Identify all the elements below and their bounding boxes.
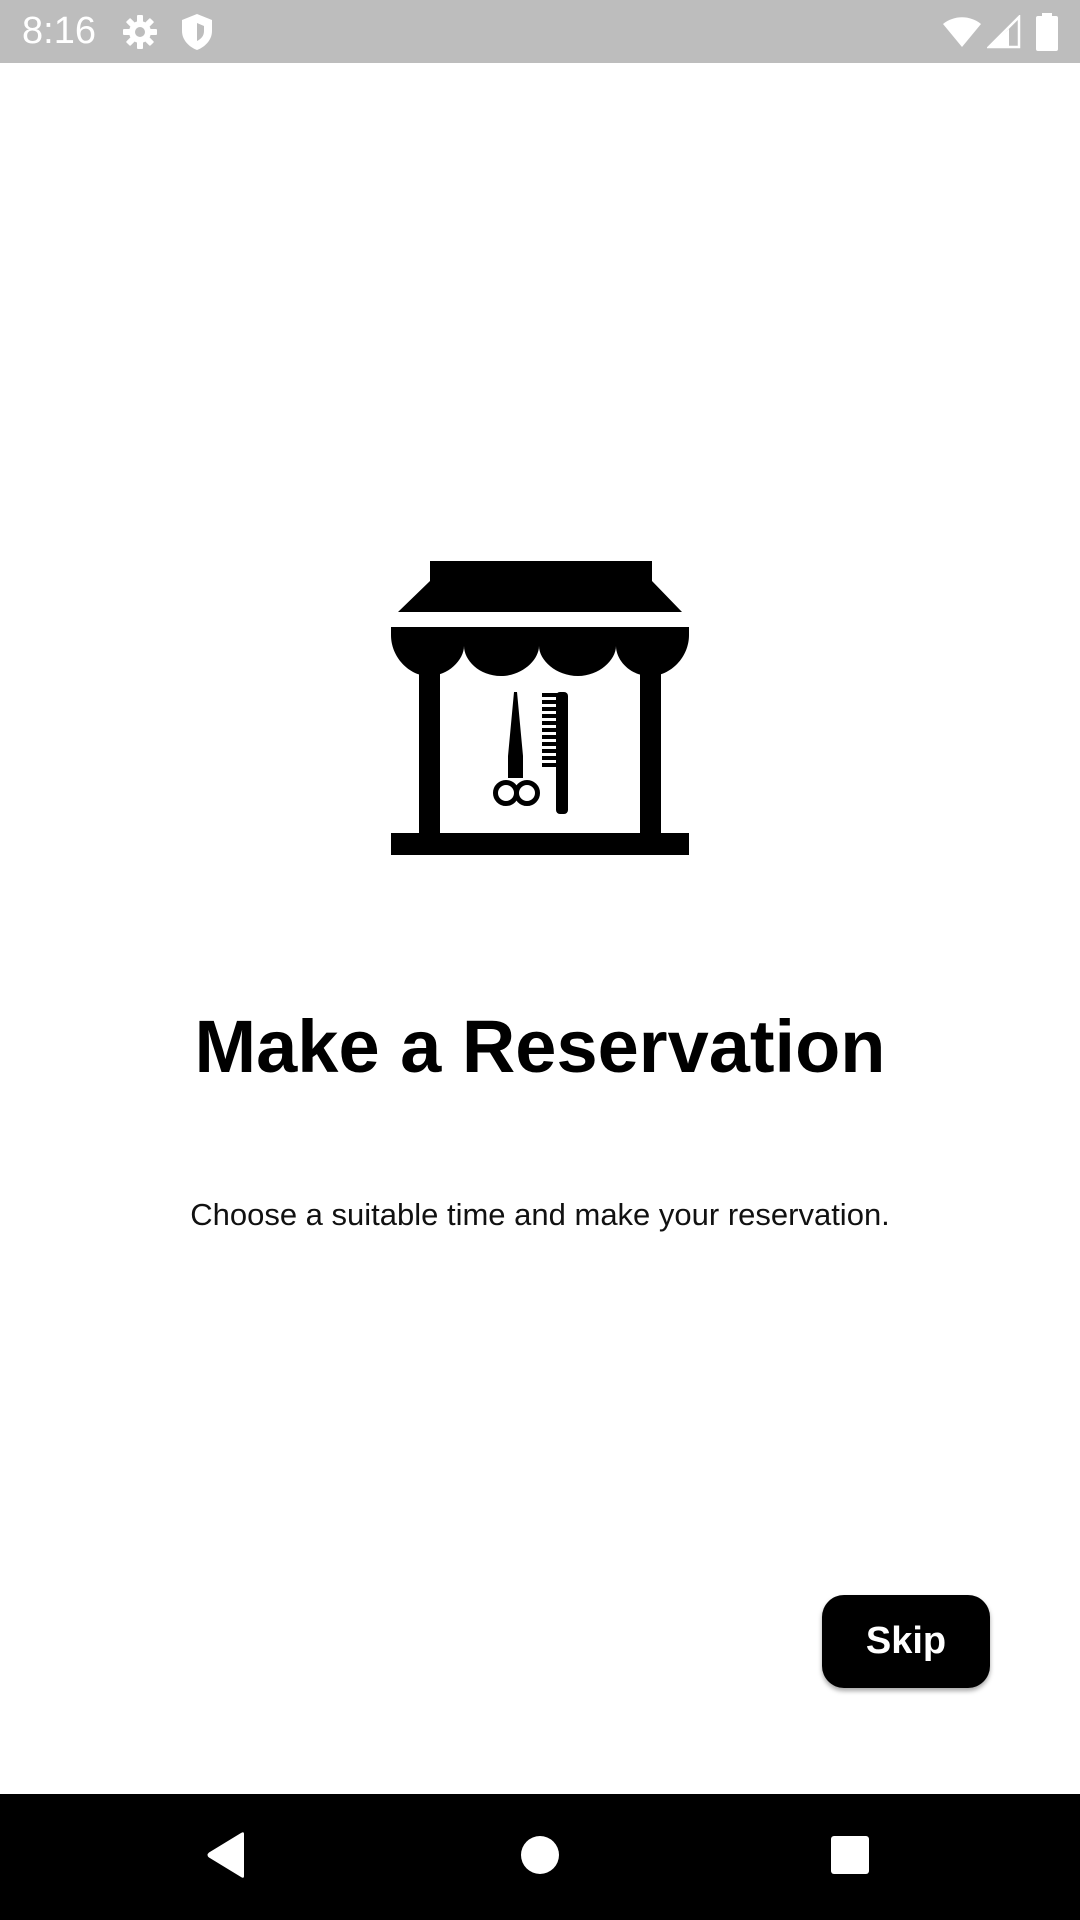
home-button[interactable] (460, 1794, 620, 1920)
page-subtitle: Choose a suitable time and make your res… (190, 1197, 890, 1232)
battery-icon (1036, 0, 1058, 63)
status-time: 8:16 (22, 10, 96, 52)
page-title: Make a Reservation (194, 1005, 886, 1088)
back-button[interactable] (146, 1794, 306, 1920)
shield-icon (180, 0, 214, 63)
navigation-bar (0, 1794, 1080, 1920)
home-icon (520, 1835, 560, 1880)
recents-button[interactable] (770, 1794, 930, 1920)
wifi-icon (942, 0, 982, 63)
recents-icon (830, 1835, 870, 1880)
back-icon (204, 1831, 248, 1884)
settings-gear-icon (120, 0, 160, 63)
skip-button[interactable]: Skip (822, 1595, 990, 1688)
barbershop-storefront-icon (384, 556, 696, 860)
cellular-signal-icon (987, 0, 1021, 63)
status-bar: 8:16 (0, 0, 1080, 63)
